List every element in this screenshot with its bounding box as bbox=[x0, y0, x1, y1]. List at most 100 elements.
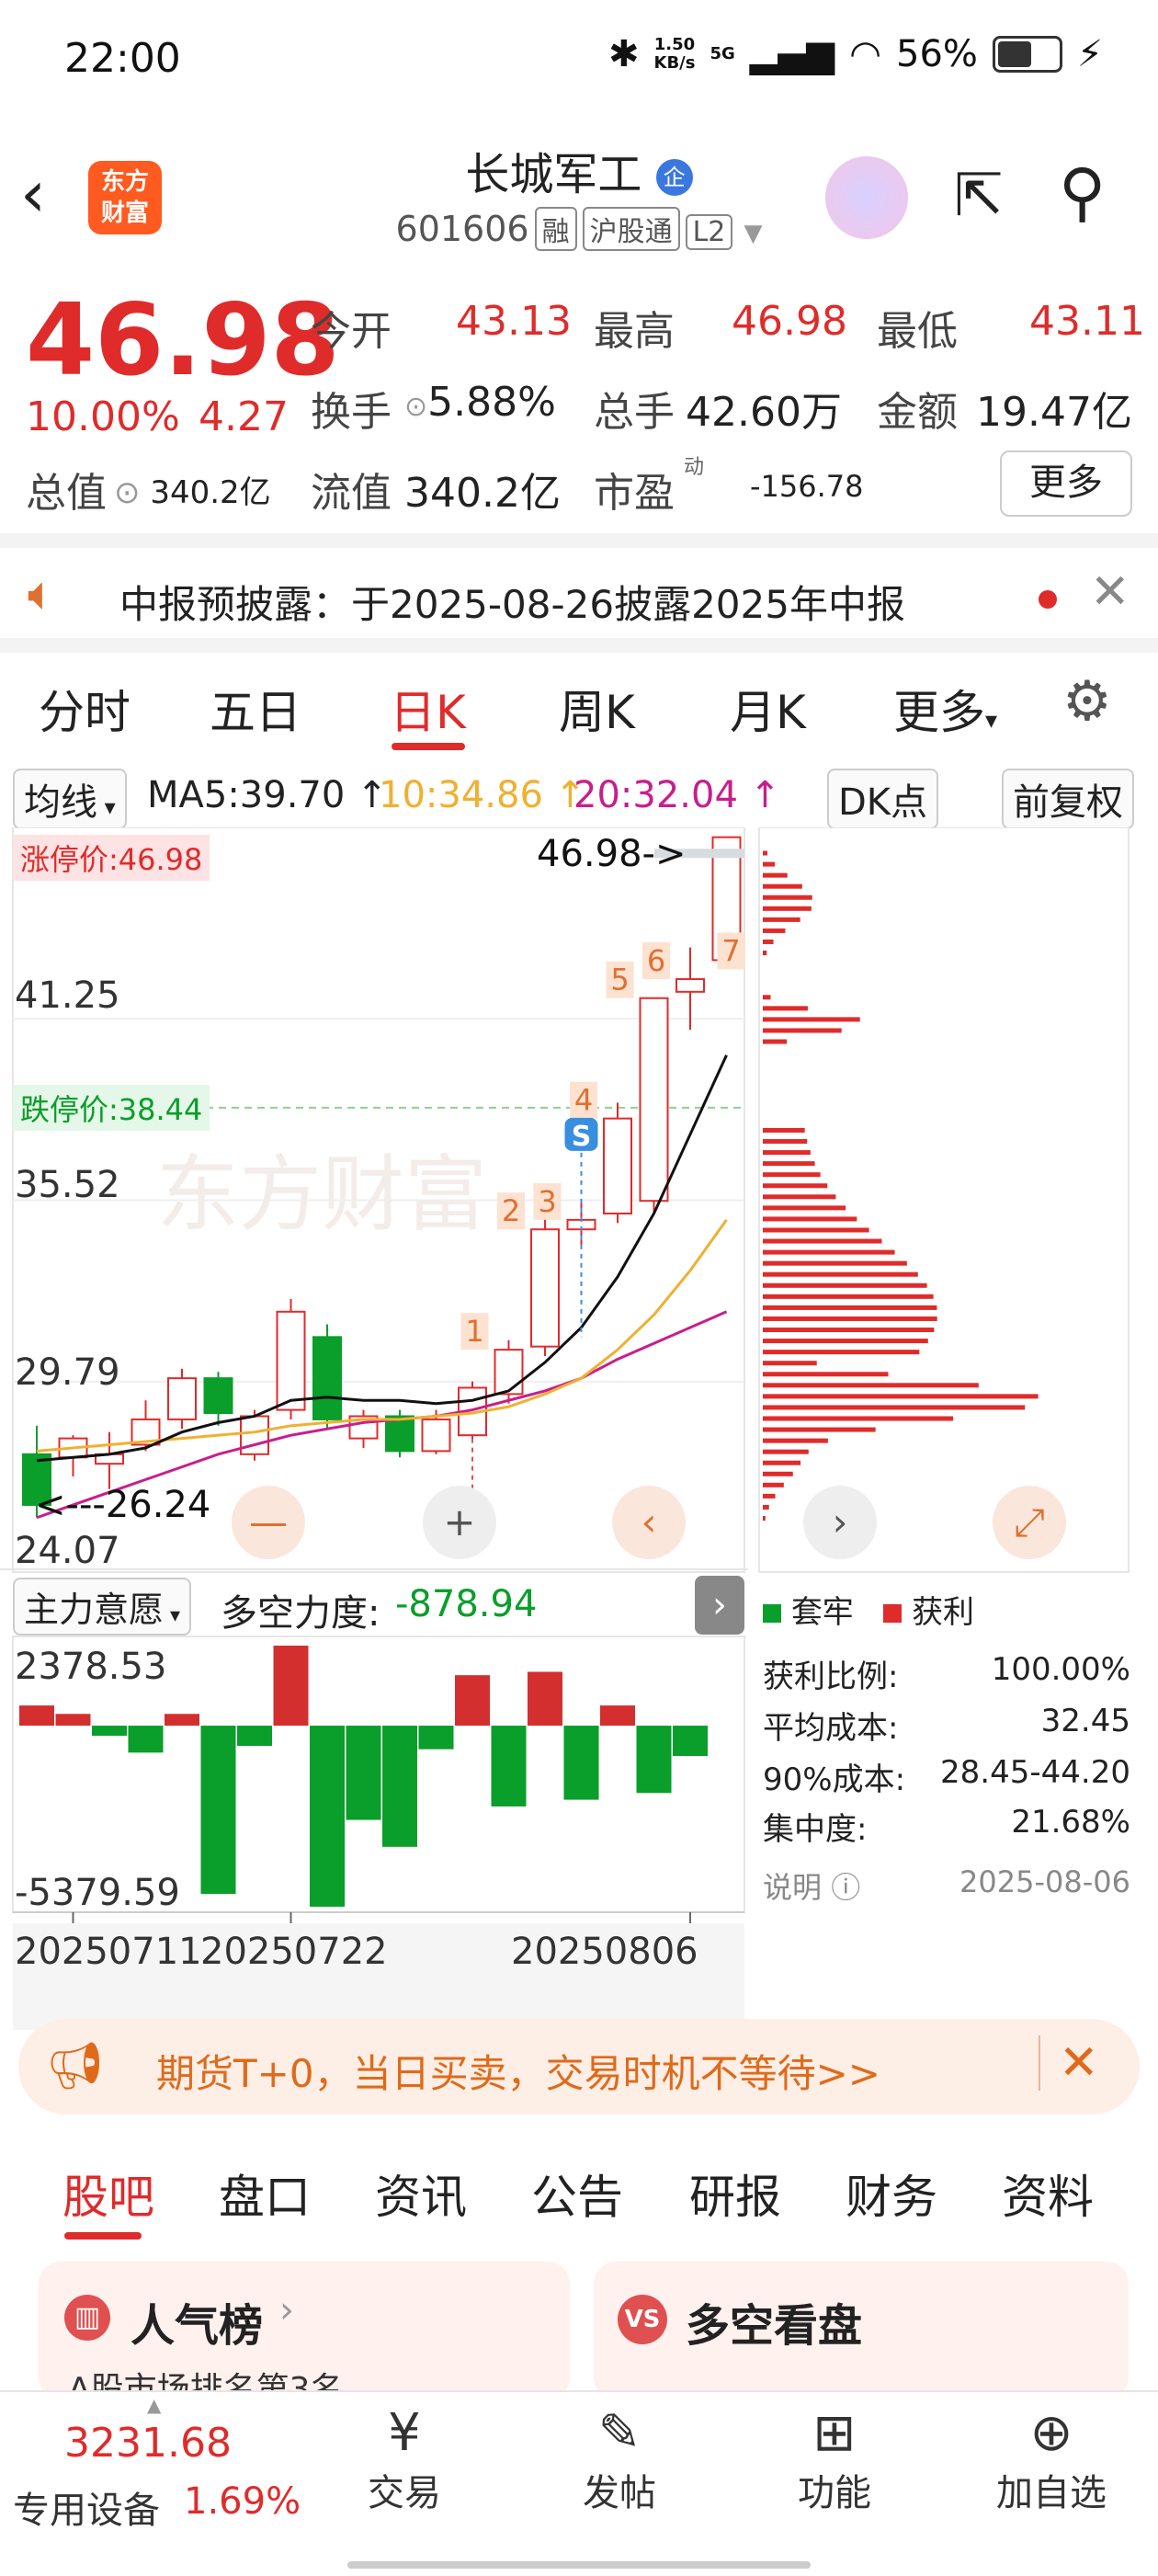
chip-bar bbox=[763, 1006, 808, 1011]
index-name[interactable]: 专用设备 bbox=[13, 2480, 160, 2534]
chip-stat-row: 集中度: 21.68% bbox=[763, 1804, 1130, 1848]
search-icon[interactable]: ⚲ bbox=[1059, 154, 1106, 230]
chip-bar bbox=[763, 917, 800, 922]
functions-button[interactable]: ⊞ 功能 bbox=[779, 2403, 890, 2516]
indicator-label: 多空力度: bbox=[221, 1592, 380, 1635]
tab-guba[interactable]: 股吧 bbox=[62, 2160, 154, 2227]
pe-label: 市盈 bbox=[594, 470, 675, 517]
active-tab-underline bbox=[392, 743, 465, 750]
expand-icon[interactable]: ⤢ bbox=[993, 1486, 1066, 1559]
chip-bar bbox=[763, 1316, 937, 1321]
charging-icon: ⚡ bbox=[1076, 33, 1103, 75]
ma-select[interactable]: 均线 ▾ bbox=[13, 769, 127, 829]
indicator-bar bbox=[491, 1726, 527, 1807]
index-value[interactable]: 3231.68 bbox=[64, 2420, 232, 2467]
chip-bar bbox=[763, 939, 774, 944]
yen-icon: ¥ bbox=[388, 2403, 421, 2463]
y-tick-1: 41.25 bbox=[15, 975, 120, 1017]
indicator-toggle-icon[interactable]: › bbox=[695, 1576, 744, 1635]
tab-handicap[interactable]: 盘口 bbox=[219, 2160, 311, 2227]
sell-signal-icon: S bbox=[572, 1121, 592, 1153]
adjust-button[interactable]: 前复权 bbox=[1002, 769, 1134, 829]
share-icon[interactable]: ⇱ bbox=[954, 162, 1004, 230]
chip-bar bbox=[763, 1449, 809, 1454]
chip-bar bbox=[763, 861, 776, 867]
candle-body bbox=[530, 1228, 560, 1348]
battery-icon bbox=[992, 36, 1062, 73]
candle-mark-4: 4 bbox=[574, 1083, 593, 1118]
zoom-in-button[interactable]: + bbox=[423, 1486, 496, 1559]
chart-toolbar: 均线 ▾ MA5:39.70 ↑ 10:34.86 ↑ 20:32.04 ↑ D… bbox=[0, 763, 1158, 829]
notice-bar[interactable]: 🔈︎ 中报预披露：于2025-08-26披露2025年中报 ✕ bbox=[0, 533, 1158, 653]
amount-label: 金额 bbox=[877, 389, 958, 436]
chip-bar bbox=[763, 1493, 776, 1499]
indicator-bar bbox=[382, 1726, 417, 1847]
tab-more[interactable]: 更多▾ bbox=[893, 676, 997, 742]
prev-button[interactable]: ‹ bbox=[612, 1486, 686, 1559]
battery-text: 56% bbox=[896, 33, 978, 75]
indicator-value: -878.94 bbox=[395, 1583, 538, 1625]
dk-button[interactable]: DK点 bbox=[827, 769, 939, 829]
indicator-bar bbox=[128, 1726, 164, 1753]
chip-bar bbox=[763, 1294, 934, 1299]
bull-bear-card[interactable]: VS 多空看盘 bbox=[594, 2262, 1129, 2399]
tab-news[interactable]: 资讯 bbox=[375, 2160, 467, 2227]
tab-monthly-k[interactable]: 月K bbox=[730, 676, 806, 742]
tab-finance[interactable]: 财务 bbox=[846, 2160, 937, 2227]
tag-l2[interactable]: L2 bbox=[685, 214, 733, 250]
indicator-min: -5379.59 bbox=[15, 1872, 180, 1914]
tab-five-day[interactable]: 五日 bbox=[210, 676, 301, 742]
robot-avatar-icon[interactable] bbox=[825, 156, 908, 239]
limit-down-label: 跌停价:38.44 bbox=[13, 1085, 210, 1131]
promo-banner[interactable]: 📢︎ 期货T+0，当日买卖，交易时机不等待>> ✕ bbox=[18, 2019, 1140, 2114]
tab-research[interactable]: 研报 bbox=[689, 2160, 781, 2227]
indicator-select[interactable]: 主力意愿 ▾ bbox=[13, 1578, 192, 1636]
add-watchlist-button[interactable]: ⊕ 加自选 bbox=[978, 2403, 1125, 2516]
zoom-out-button[interactable]: — bbox=[232, 1486, 305, 1559]
post-button[interactable]: ✎ 发帖 bbox=[564, 2403, 675, 2516]
kline-chart[interactable]: 东方财富 1234567SB bbox=[0, 827, 1158, 2041]
next-button[interactable]: › bbox=[803, 1486, 877, 1559]
high-value: 46.98 bbox=[732, 298, 847, 345]
chip-bar bbox=[763, 1471, 793, 1476]
chip-bar bbox=[763, 1028, 842, 1033]
tab-daily-k[interactable]: 日K bbox=[390, 676, 466, 742]
close-icon[interactable]: ✕ bbox=[1090, 564, 1130, 620]
y-tick-3: 29.79 bbox=[15, 1351, 120, 1394]
chip-stat-row: 获利比例: 100.00% bbox=[763, 1651, 1130, 1695]
chip-legend: 套牢 获利 bbox=[763, 1587, 974, 1632]
chip-bar bbox=[763, 995, 771, 1000]
tab-intraday[interactable]: 分时 bbox=[39, 676, 131, 742]
indicator-bar bbox=[636, 1726, 672, 1794]
network-type: 5G bbox=[710, 44, 735, 63]
candle-body bbox=[167, 1377, 197, 1420]
float-label: 流值 bbox=[311, 470, 392, 517]
caret-up-icon: ▲ bbox=[147, 2394, 162, 2416]
info-icon[interactable]: ⓘ bbox=[831, 1870, 860, 1905]
more-button[interactable]: 更多 bbox=[1000, 450, 1132, 517]
notice-dot bbox=[1039, 590, 1057, 609]
candle-body bbox=[603, 1117, 632, 1214]
tab-weekly-k[interactable]: 周K bbox=[559, 676, 635, 742]
info-icon[interactable]: ⊙ bbox=[114, 474, 141, 511]
close-icon[interactable]: ✕ bbox=[1039, 2035, 1099, 2091]
dropdown-icon[interactable]: ▼ bbox=[744, 220, 762, 247]
legend-profit: 获利 bbox=[912, 1594, 975, 1631]
status-time: 22:00 bbox=[64, 35, 181, 82]
chip-bar bbox=[763, 928, 786, 933]
chip-bar bbox=[763, 1039, 788, 1044]
chip-bar bbox=[763, 1194, 836, 1200]
enterprise-badge: 企 bbox=[655, 159, 693, 196]
period-tabs: 分时 五日 日K 周K 月K 更多▾ ⚙ bbox=[0, 662, 1158, 754]
chip-bar bbox=[763, 1427, 876, 1432]
chevron-right-icon: › bbox=[279, 2289, 294, 2331]
tab-announcement[interactable]: 公告 bbox=[531, 2160, 623, 2227]
mktcap-value: ⊙ 340.2亿 bbox=[114, 474, 271, 511]
popularity-card[interactable]: ▥ 人气榜 › A股市场排名第3名 bbox=[39, 2262, 570, 2409]
tab-profile[interactable]: 资料 bbox=[1002, 2160, 1094, 2227]
info-icon[interactable]: ⊙ bbox=[404, 391, 427, 423]
legend-trapped: 套牢 bbox=[790, 1594, 854, 1631]
chip-bar bbox=[763, 1172, 821, 1178]
trade-button[interactable]: ¥ 交易 bbox=[349, 2403, 460, 2516]
settings-gear-icon[interactable]: ⚙ bbox=[1062, 669, 1112, 734]
